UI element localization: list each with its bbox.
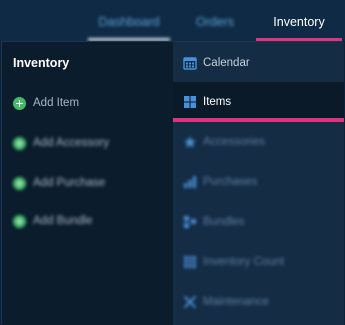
add-purchase-link[interactable]: Add Purchase bbox=[13, 174, 105, 192]
menu-item-items[interactable]: Items bbox=[173, 82, 344, 122]
tab-orders-label: Orders bbox=[195, 15, 235, 29]
menu-item-inventory-count[interactable]: Inventory Count bbox=[173, 242, 344, 282]
dropdown-title: Inventory bbox=[13, 56, 70, 70]
tab-inventory-label: Inventory bbox=[273, 15, 325, 29]
tab-inventory[interactable]: Inventory bbox=[256, 0, 342, 42]
maintenance-label: Maintenance bbox=[203, 296, 269, 308]
add-accessory-link[interactable]: Add Accessory bbox=[13, 134, 109, 152]
bundles-label: Bundles bbox=[203, 216, 245, 228]
inventory-dropdown-menu: Inventory Add Item Add Accessory Add Pur… bbox=[1, 41, 344, 325]
star-icon bbox=[183, 135, 197, 149]
plus-circle-icon bbox=[13, 96, 26, 110]
purchases-label: Purchases bbox=[203, 176, 258, 188]
tab-dashboard[interactable]: Dashboard bbox=[88, 0, 170, 41]
inventory-count-label: Inventory Count bbox=[203, 256, 285, 268]
tools-icon bbox=[183, 295, 197, 309]
grid-icon bbox=[183, 95, 197, 109]
add-accessory-label: Add Accessory bbox=[33, 137, 110, 149]
menu-item-purchases[interactable]: Purchases bbox=[173, 162, 344, 202]
calendar-label: Calendar bbox=[203, 57, 250, 69]
tab-dashboard-label: Dashboard bbox=[98, 15, 160, 29]
add-item-link[interactable]: Add Item bbox=[13, 94, 79, 112]
bar-chart-icon bbox=[183, 175, 197, 189]
top-navigation: Dashboard Orders Inventory bbox=[0, 0, 345, 42]
items-label: Items bbox=[203, 96, 232, 108]
inventory-actions-panel: Inventory Add Item Add Accessory Add Pur… bbox=[2, 42, 173, 325]
menu-item-accessories[interactable]: Accessories bbox=[173, 122, 344, 162]
menu-item-maintenance[interactable]: Maintenance bbox=[173, 282, 344, 322]
accessories-label: Accessories bbox=[203, 136, 265, 148]
add-bundle-label: Add Bundle bbox=[33, 215, 93, 227]
menu-item-calendar[interactable]: Calendar bbox=[173, 43, 344, 83]
tab-orders[interactable]: Orders bbox=[182, 0, 248, 41]
plus-circle-icon bbox=[13, 214, 26, 228]
add-bundle-link[interactable]: Add Bundle bbox=[13, 212, 92, 230]
menu-item-bundles[interactable]: Bundles bbox=[173, 202, 344, 242]
calendar-icon bbox=[183, 56, 197, 70]
bundle-icon bbox=[183, 215, 197, 229]
plus-circle-icon bbox=[13, 136, 26, 150]
inventory-views-panel: Calendar Items Accessories Purchases Bun… bbox=[173, 42, 344, 325]
add-purchase-label: Add Purchase bbox=[33, 177, 106, 189]
add-item-label: Add Item bbox=[33, 97, 80, 109]
count-icon bbox=[183, 255, 197, 269]
plus-circle-icon bbox=[13, 176, 26, 190]
